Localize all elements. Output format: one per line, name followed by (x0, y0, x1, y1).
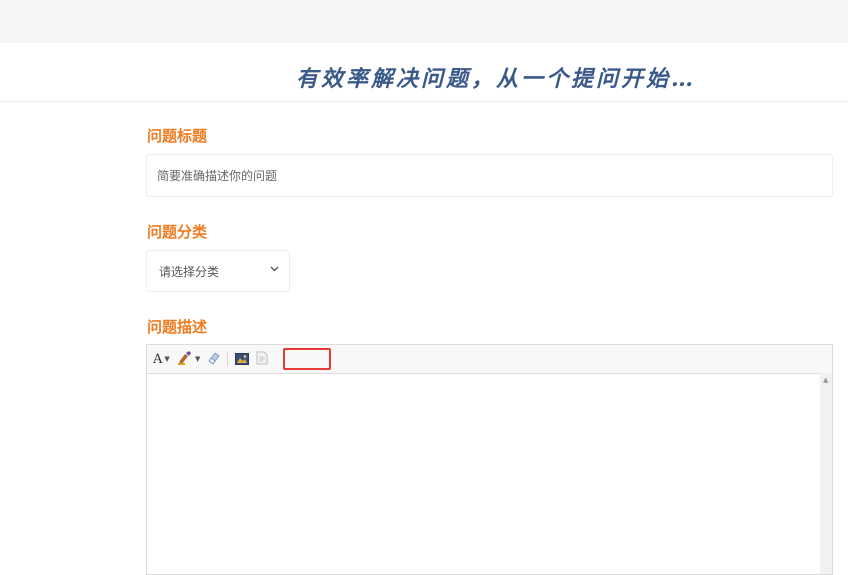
font-icon: A (153, 351, 163, 367)
caret-down-icon: ▼ (195, 355, 201, 363)
clear-format-button[interactable] (207, 351, 221, 367)
toolbar-divider (227, 352, 228, 366)
question-category-label: 问题分类 (147, 223, 208, 241)
category-select-value: 请选择分类 (159, 264, 220, 279)
editor-toolbar: A ▼ ▼ (147, 345, 832, 374)
banner: 有效率解决问题，从一个提问开始… (0, 43, 848, 102)
image-icon (235, 350, 249, 369)
page-slogan: 有效率解决问题，从一个提问开始… (296, 66, 697, 92)
rich-text-editor: A ▼ ▼ ▲ (146, 344, 833, 575)
paint-brush-icon (177, 350, 193, 369)
file-icon (256, 350, 268, 369)
insert-image-button[interactable] (235, 351, 249, 367)
question-description-label: 问题描述 (147, 318, 208, 336)
chevron-down-icon (270, 264, 279, 275)
category-select[interactable]: 请选择分类 (146, 250, 290, 292)
question-title-label: 问题标题 (147, 127, 208, 145)
font-color-button[interactable]: ▼ (177, 350, 201, 369)
scroll-up-arrow-icon[interactable]: ▲ (823, 376, 828, 384)
insert-file-button[interactable] (256, 351, 268, 367)
highlight-annotation-box (283, 348, 331, 370)
caret-down-icon: ▼ (164, 355, 170, 363)
editor-scrollbar[interactable]: ▲ (820, 373, 832, 574)
question-title-input[interactable] (146, 154, 833, 197)
eraser-icon (207, 350, 221, 369)
font-style-button[interactable]: A ▼ (153, 351, 170, 367)
top-bar (0, 0, 848, 43)
